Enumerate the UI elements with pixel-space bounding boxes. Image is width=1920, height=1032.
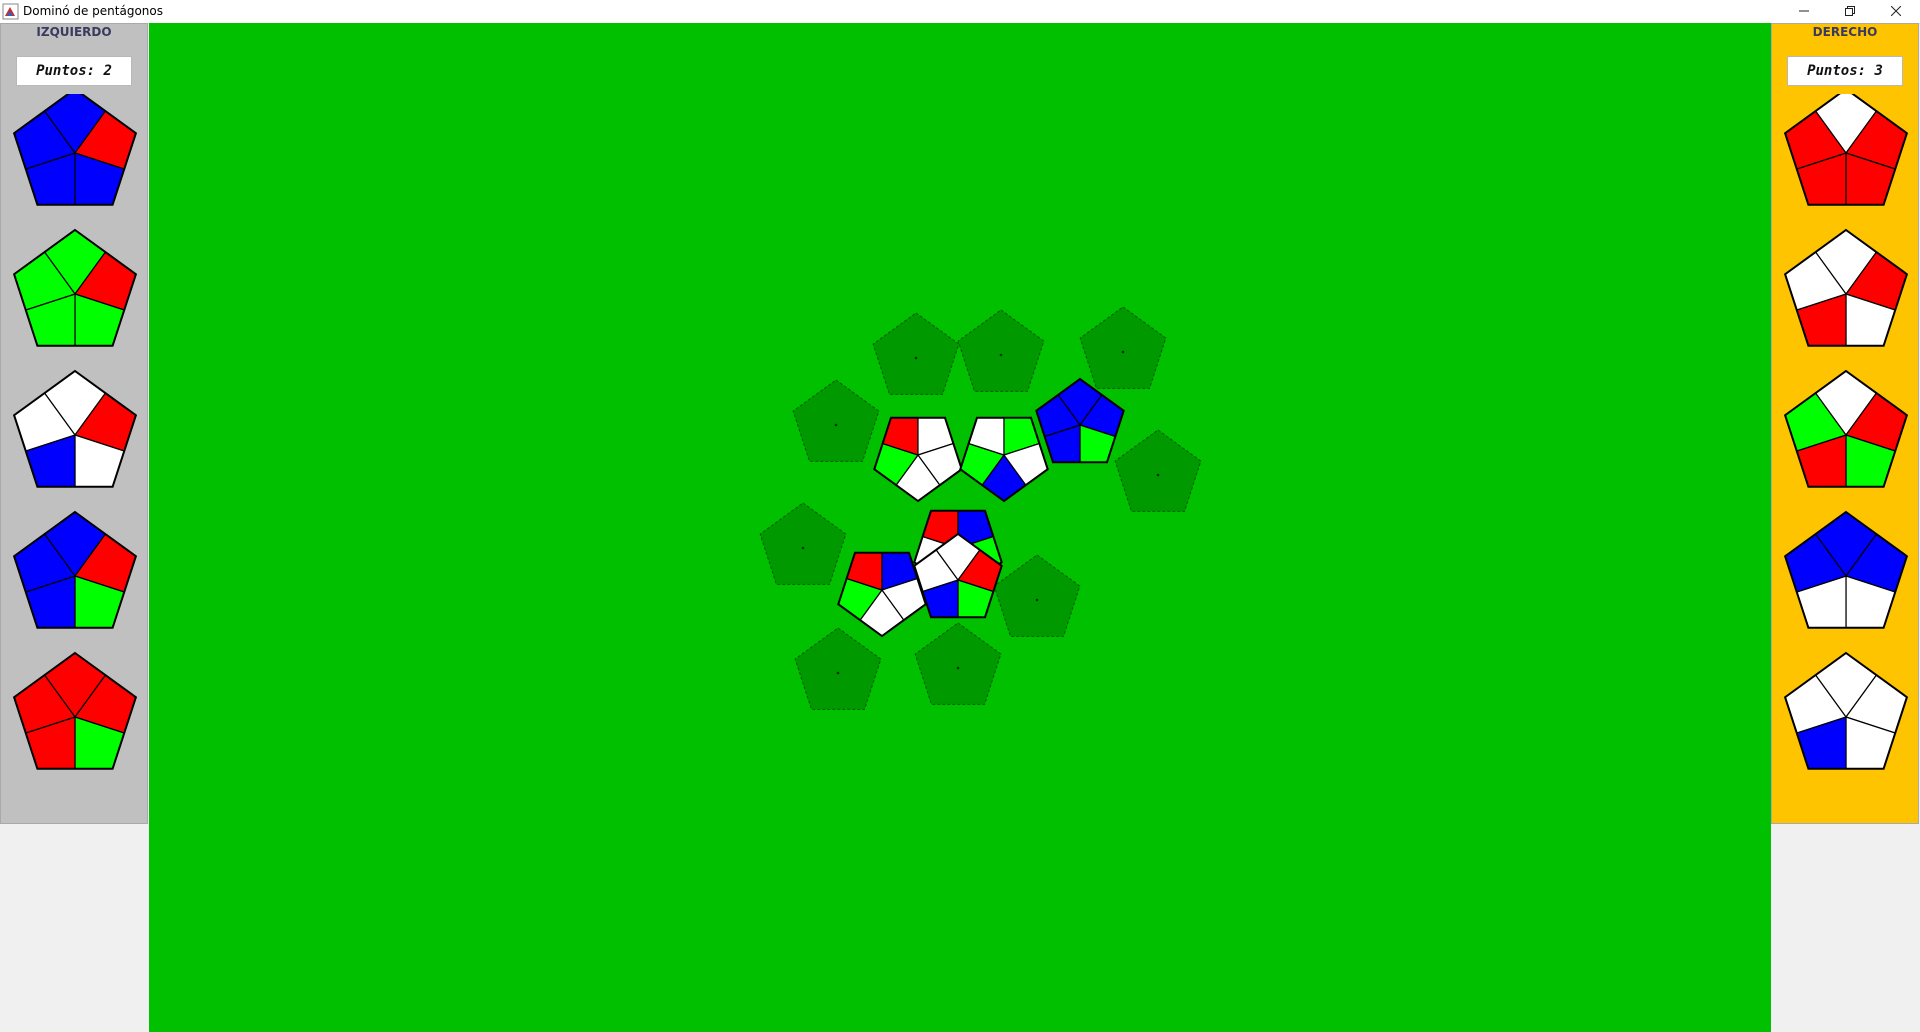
empty-slot[interactable] bbox=[957, 309, 1045, 392]
java-app-icon bbox=[2, 3, 19, 20]
empty-slot[interactable] bbox=[792, 379, 880, 462]
slot-center-dot bbox=[1035, 598, 1039, 602]
right-player-hand bbox=[1783, 94, 1909, 770]
left-hand-tile-2[interactable] bbox=[12, 228, 138, 347]
slot-center-dot bbox=[956, 666, 960, 670]
game-board[interactable] bbox=[149, 23, 1771, 1032]
slot-center-dot bbox=[999, 353, 1003, 357]
empty-slot[interactable] bbox=[1114, 429, 1202, 512]
left-hand-tile-1[interactable] bbox=[12, 94, 138, 206]
window-title: Dominó de pentágonos bbox=[23, 4, 164, 18]
empty-slot[interactable] bbox=[759, 502, 847, 585]
empty-slot[interactable] bbox=[914, 622, 1002, 705]
right-hand-tile-5[interactable] bbox=[1783, 651, 1909, 770]
right-player-panel: DERECHO Puntos: 3 bbox=[1771, 23, 1919, 824]
left-player-name: IZQUIERDO bbox=[36, 25, 112, 39]
left-hand-tile-3[interactable] bbox=[12, 369, 138, 488]
minimize-icon bbox=[1799, 10, 1809, 12]
slot-outline bbox=[957, 309, 1045, 392]
board-tile-5[interactable] bbox=[837, 551, 927, 638]
slot-outline bbox=[759, 502, 847, 585]
slot-center-dot bbox=[801, 546, 805, 550]
slot-outline bbox=[993, 554, 1081, 637]
left-player-panel: IZQUIERDO Puntos: 2 bbox=[0, 23, 148, 824]
left-player-hand bbox=[12, 94, 138, 770]
close-icon bbox=[1891, 6, 1901, 16]
empty-slot[interactable] bbox=[993, 554, 1081, 637]
slot-center-dot bbox=[836, 671, 840, 675]
slot-outline bbox=[1079, 306, 1167, 389]
right-hand-tile-2[interactable] bbox=[1783, 228, 1909, 347]
right-hand-tile-4[interactable] bbox=[1783, 510, 1909, 629]
board-tile-2[interactable] bbox=[959, 416, 1049, 503]
board-tile-3[interactable] bbox=[1035, 377, 1125, 464]
slot-outline bbox=[914, 622, 1002, 705]
slot-outline bbox=[1114, 429, 1202, 512]
slot-center-dot bbox=[1121, 350, 1125, 354]
empty-slot[interactable] bbox=[1079, 306, 1167, 389]
board-canvas[interactable] bbox=[149, 23, 1771, 1032]
right-hand-tile-1[interactable] bbox=[1783, 94, 1909, 206]
close-button[interactable] bbox=[1873, 0, 1919, 22]
right-hand-tile-3[interactable] bbox=[1783, 369, 1909, 488]
right-player-name: DERECHO bbox=[1812, 25, 1878, 39]
right-player-score: Puntos: 3 bbox=[1787, 56, 1903, 86]
empty-slot[interactable] bbox=[794, 627, 882, 710]
restore-icon bbox=[1845, 6, 1855, 16]
slot-outline bbox=[794, 627, 882, 710]
board-tile-1[interactable] bbox=[873, 416, 963, 503]
left-hand-tile-5[interactable] bbox=[12, 651, 138, 770]
slot-center-dot bbox=[834, 423, 838, 427]
slot-outline bbox=[792, 379, 880, 462]
left-player-score: Puntos: 2 bbox=[16, 56, 132, 86]
slot-outline bbox=[872, 312, 960, 395]
slot-center-dot bbox=[914, 356, 918, 360]
slot-center-dot bbox=[1156, 473, 1160, 477]
minimize-button[interactable] bbox=[1781, 0, 1827, 22]
restore-button[interactable] bbox=[1827, 0, 1873, 22]
left-hand-tile-4[interactable] bbox=[12, 510, 138, 629]
window-titlebar: Dominó de pentágonos bbox=[0, 0, 1920, 24]
empty-slot[interactable] bbox=[872, 312, 960, 395]
